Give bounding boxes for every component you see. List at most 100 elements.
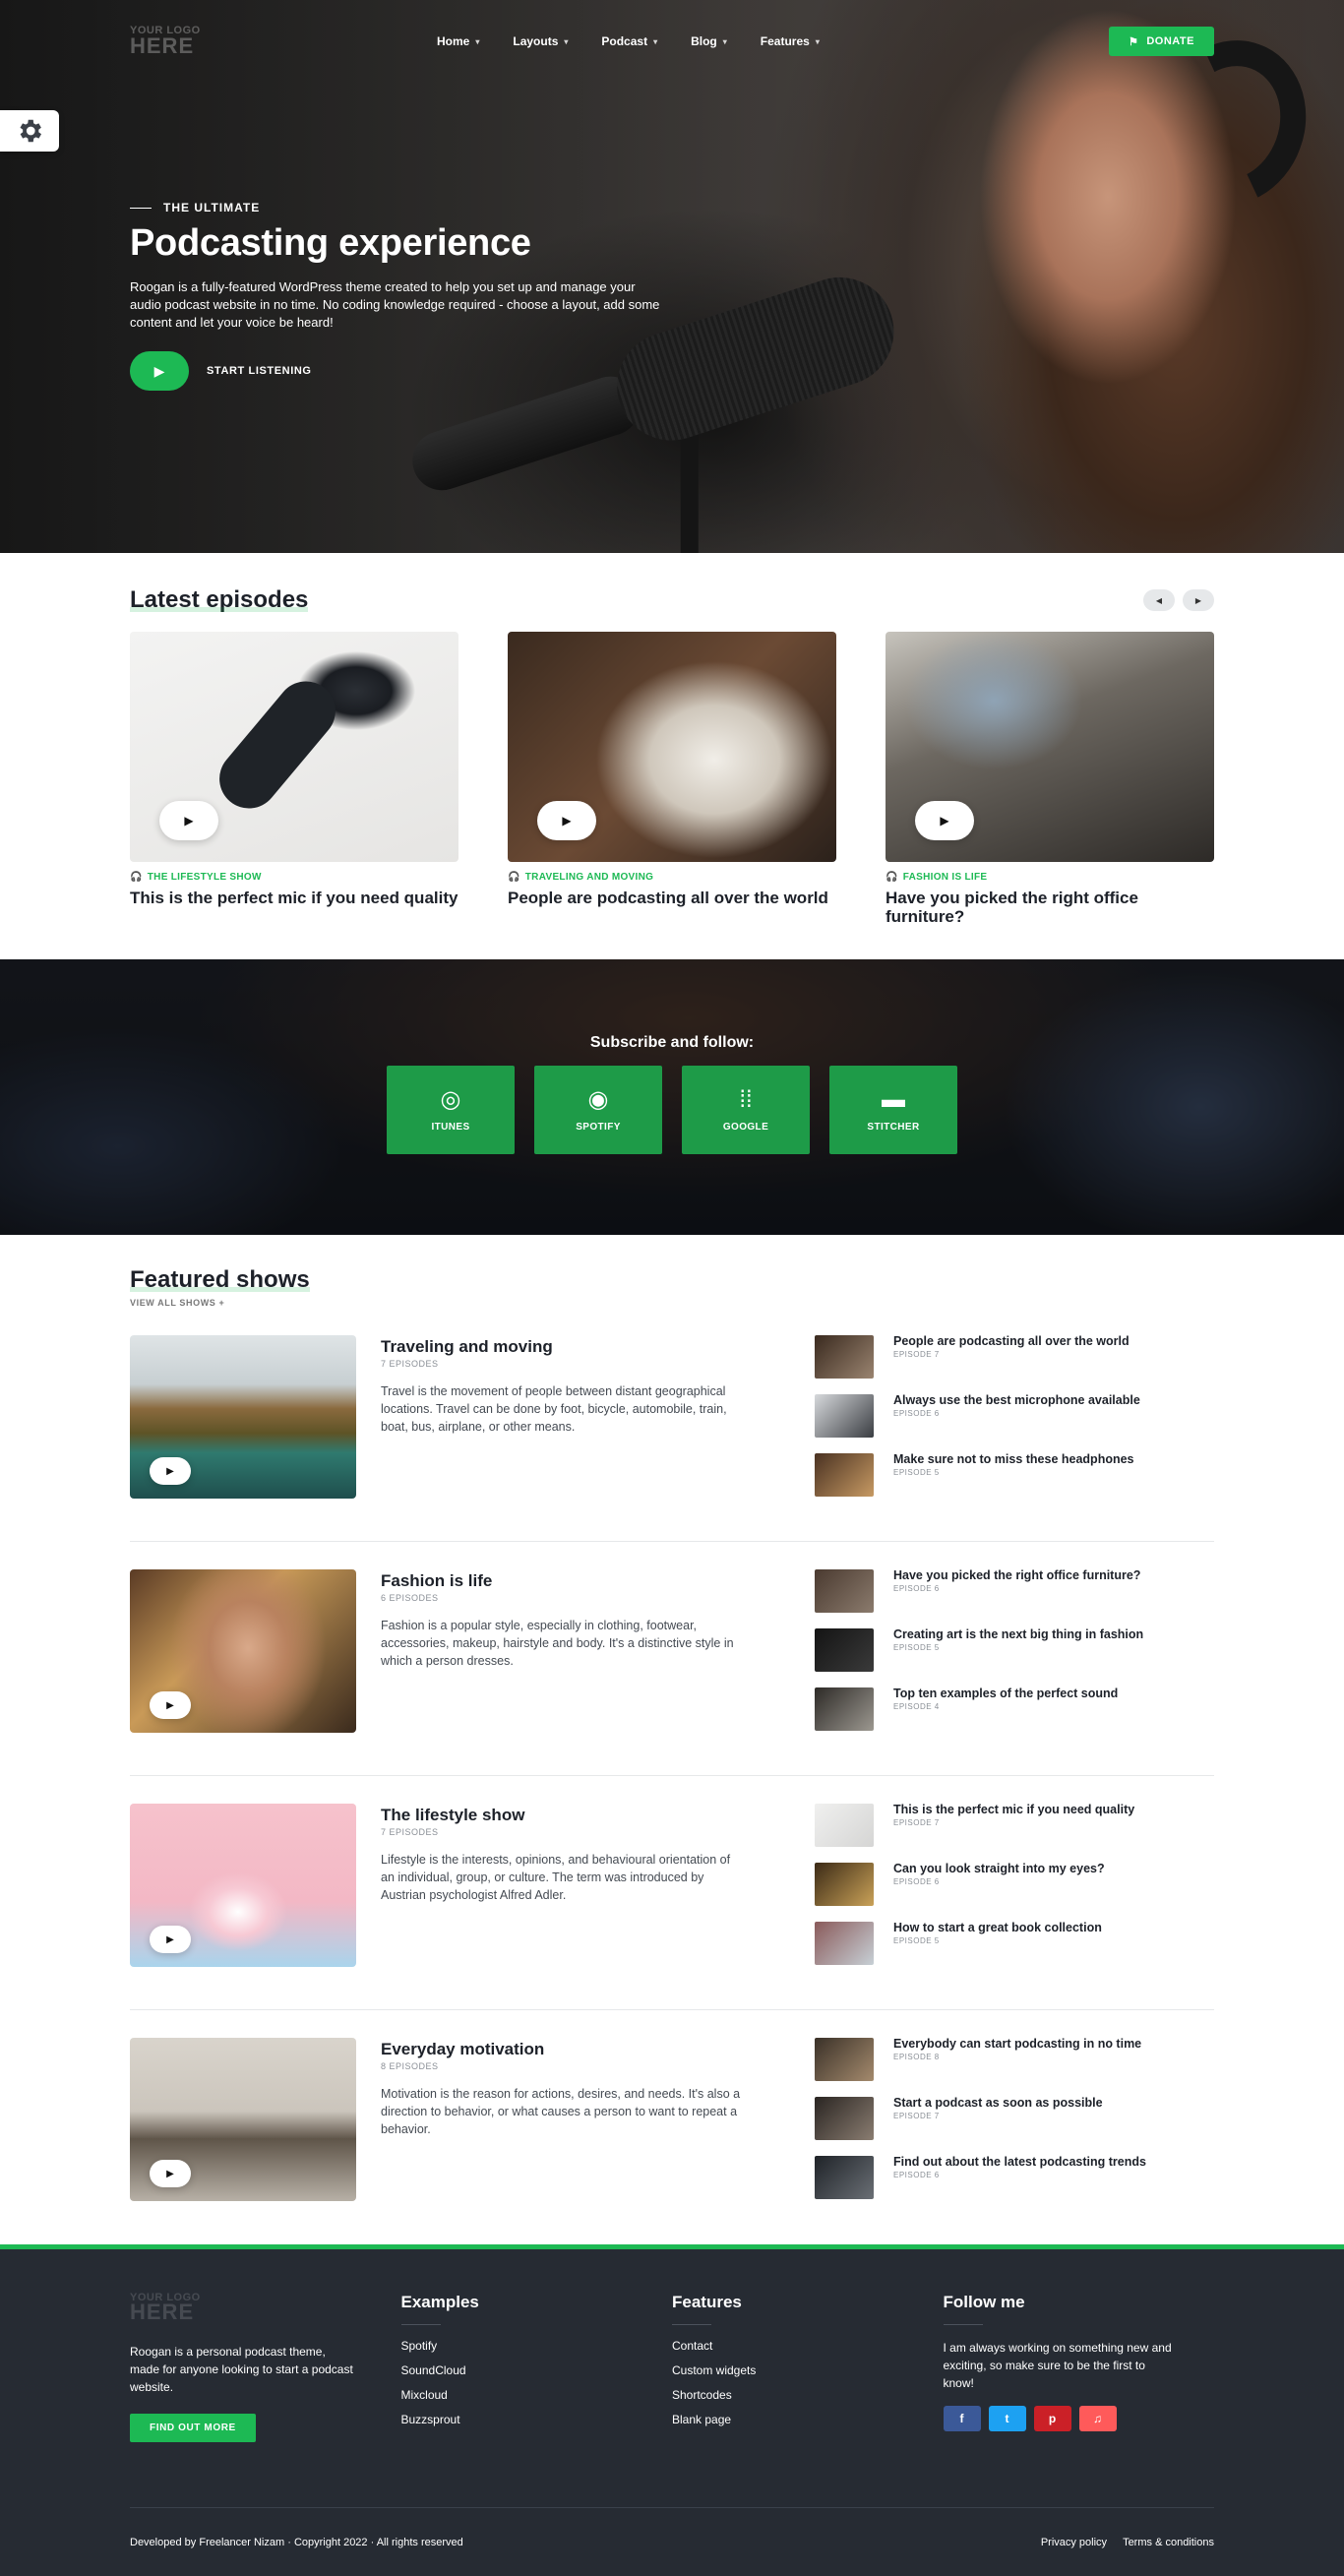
episode-thumbnail[interactable] <box>815 1335 874 1379</box>
episode-thumbnail[interactable] <box>815 2038 874 2081</box>
settings-panel-toggle[interactable] <box>0 110 59 152</box>
episode-title[interactable]: Always use the best microphone available <box>893 1394 1189 1407</box>
list-item[interactable]: Start a podcast as soon as possible EPISO… <box>815 2097 1214 2140</box>
episode-thumbnail[interactable] <box>815 1922 874 1965</box>
episode-card[interactable]: ▶ 🎧 THE LIFESTYLE SHOW This is the perfec… <box>130 632 458 926</box>
episode-title[interactable]: How to start a great book collection <box>893 1922 1189 1934</box>
show-episode-count: 7 EPISODES <box>381 1359 439 1369</box>
episode-category[interactable]: THE LIFESTYLE SHOW <box>148 872 262 883</box>
episode-title[interactable]: This is the perfect mic if you need qual… <box>893 1804 1189 1816</box>
episode-title[interactable]: Creating art is the next big thing in fa… <box>893 1628 1189 1641</box>
spotify-button[interactable]: ◉ SPOTIFY <box>534 1066 662 1154</box>
play-button[interactable]: ▶ <box>150 1691 191 1719</box>
footer-link[interactable]: Mixcloud <box>401 2388 673 2402</box>
footer-link[interactable]: Buzzsprout <box>401 2413 673 2426</box>
show-title[interactable]: Traveling and moving <box>381 1337 745 1357</box>
episode-title[interactable]: This is the perfect mic if you need qual… <box>130 889 458 907</box>
nav-item-podcast[interactable]: Podcast ▾ <box>601 34 657 48</box>
carousel-next-button[interactable]: ▶ <box>1183 589 1214 611</box>
play-button[interactable]: ▶ <box>915 801 974 840</box>
episode-title[interactable]: Can you look straight into my eyes? <box>893 1863 1189 1875</box>
show-image[interactable]: ▶ <box>130 1335 356 1499</box>
show-title[interactable]: Everyday motivation <box>381 2040 745 2059</box>
list-item[interactable]: Find out about the latest podcasting tre… <box>815 2156 1214 2199</box>
footer-follow: Follow me I am always working on somethi… <box>943 2293 1215 2507</box>
music-icon[interactable]: ♫ <box>1078 2406 1117 2431</box>
nav-item-blog[interactable]: Blog ▾ <box>691 34 727 48</box>
terms-link[interactable]: Terms & conditions <box>1123 2537 1214 2548</box>
facebook-icon[interactable]: f <box>943 2406 981 2431</box>
episode-thumbnail[interactable] <box>815 1804 874 1847</box>
play-button[interactable]: ▶ <box>150 1926 191 1953</box>
view-all-shows-link[interactable]: VIEW ALL SHOWS + <box>130 1298 1214 1308</box>
list-item[interactable]: Have you picked the right office furnitu… <box>815 1569 1214 1613</box>
episode-thumbnail[interactable]: ▶ <box>886 632 1214 862</box>
episode-title[interactable]: People are podcasting all over the world <box>508 889 836 907</box>
list-item[interactable]: This is the perfect mic if you need qual… <box>815 1804 1214 1847</box>
episode-thumbnail[interactable] <box>815 2156 874 2199</box>
developer-link[interactable]: Freelancer Nizam <box>199 2537 284 2548</box>
episode-category[interactable]: TRAVELING AND MOVING <box>525 872 653 883</box>
carousel-prev-button[interactable]: ◀ <box>1143 589 1175 611</box>
pinterest-icon[interactable]: p <box>1033 2406 1071 2431</box>
episode-title[interactable]: Have you picked the right office furnitu… <box>893 1569 1189 1582</box>
list-item[interactable]: People are podcasting all over the world… <box>815 1335 1214 1379</box>
hero: YOUR LOGO HERE Home ▾ Layouts ▾ Podcast ▾ B… <box>0 0 1344 553</box>
play-button[interactable]: ▶ <box>150 1457 191 1485</box>
show-image[interactable]: ▶ <box>130 1804 356 1967</box>
episode-title[interactable]: People are podcasting all over the world <box>893 1335 1189 1348</box>
nav-item-home[interactable]: Home ▾ <box>437 34 479 48</box>
episode-title[interactable]: Everybody can start podcasting in no tim… <box>893 2038 1189 2051</box>
episode-thumbnail[interactable] <box>815 1453 874 1497</box>
episode-title[interactable]: Make sure not to miss these headphones <box>893 1453 1189 1466</box>
show-title[interactable]: Fashion is life <box>381 1571 745 1591</box>
privacy-policy-link[interactable]: Privacy policy <box>1041 2537 1107 2548</box>
google-podcasts-button[interactable]: ⁞⁞ GOOGLE <box>682 1066 810 1154</box>
episode-title[interactable]: Start a podcast as soon as possible <box>893 2097 1189 2110</box>
episode-card[interactable]: ▶ 🎧 TRAVELING AND MOVING People are podca… <box>508 632 836 926</box>
play-button[interactable]: ▶ <box>537 801 596 840</box>
footer-link[interactable]: Contact <box>672 2339 944 2353</box>
nav-item-layouts[interactable]: Layouts ▾ <box>513 34 568 48</box>
list-item[interactable]: Can you look straight into my eyes? EPISO… <box>815 1863 1214 1906</box>
list-item[interactable]: Make sure not to miss these headphones EP… <box>815 1453 1214 1497</box>
footer-link[interactable]: Blank page <box>672 2413 944 2426</box>
episode-title[interactable]: Top ten examples of the perfect sound <box>893 1687 1189 1700</box>
list-item[interactable]: Always use the best microphone available… <box>815 1394 1214 1438</box>
footer-link[interactable]: SoundCloud <box>401 2363 673 2377</box>
find-out-more-button[interactable]: FIND OUT MORE <box>130 2414 256 2443</box>
nav-item-features[interactable]: Features ▾ <box>761 34 820 48</box>
footer-logo[interactable]: YOUR LOGO HERE <box>130 2292 401 2323</box>
twitter-icon[interactable]: t <box>988 2406 1026 2431</box>
list-item[interactable]: Everybody can start podcasting in no tim… <box>815 2038 1214 2081</box>
show-image[interactable]: ▶ <box>130 1569 356 1733</box>
episode-title[interactable]: Have you picked the right office furnitu… <box>886 889 1214 926</box>
episode-card[interactable]: ▶ 🎧 FASHION IS LIFE Have you picked the r… <box>886 632 1214 926</box>
show-title[interactable]: The lifestyle show <box>381 1806 745 1825</box>
footer-link[interactable]: Shortcodes <box>672 2388 944 2402</box>
site-logo[interactable]: YOUR LOGO HERE <box>130 26 218 57</box>
footer-link[interactable]: Custom widgets <box>672 2363 944 2377</box>
subscribe-label: ITUNES <box>431 1121 470 1133</box>
play-button[interactable]: ▶ <box>150 2160 191 2187</box>
episode-thumbnail[interactable]: ▶ <box>130 632 458 862</box>
list-item[interactable]: Creating art is the next big thing in fa… <box>815 1628 1214 1672</box>
episode-category[interactable]: FASHION IS LIFE <box>903 872 988 883</box>
stitcher-button[interactable]: ▬ STITCHER <box>829 1066 957 1154</box>
list-item[interactable]: Top ten examples of the perfect sound EPI… <box>815 1687 1214 1731</box>
donate-button[interactable]: ⚑ DONATE <box>1108 27 1214 56</box>
episode-thumbnail[interactable] <box>815 1394 874 1438</box>
list-item[interactable]: How to start a great book collection EPIS… <box>815 1922 1214 1965</box>
start-listening-button[interactable]: ▶ START LISTENING <box>130 351 681 391</box>
episode-thumbnail[interactable] <box>815 2097 874 2140</box>
episode-title[interactable]: Find out about the latest podcasting tre… <box>893 2156 1189 2169</box>
episode-thumbnail[interactable] <box>815 1687 874 1731</box>
footer-link[interactable]: Spotify <box>401 2339 673 2353</box>
itunes-button[interactable]: ◎ ITUNES <box>387 1066 515 1154</box>
show-image[interactable]: ▶ <box>130 2038 356 2201</box>
episode-thumbnail[interactable] <box>815 1863 874 1906</box>
play-button[interactable]: ▶ <box>159 801 218 840</box>
episode-thumbnail[interactable]: ▶ <box>508 632 836 862</box>
episode-thumbnail[interactable] <box>815 1628 874 1672</box>
episode-thumbnail[interactable] <box>815 1569 874 1613</box>
